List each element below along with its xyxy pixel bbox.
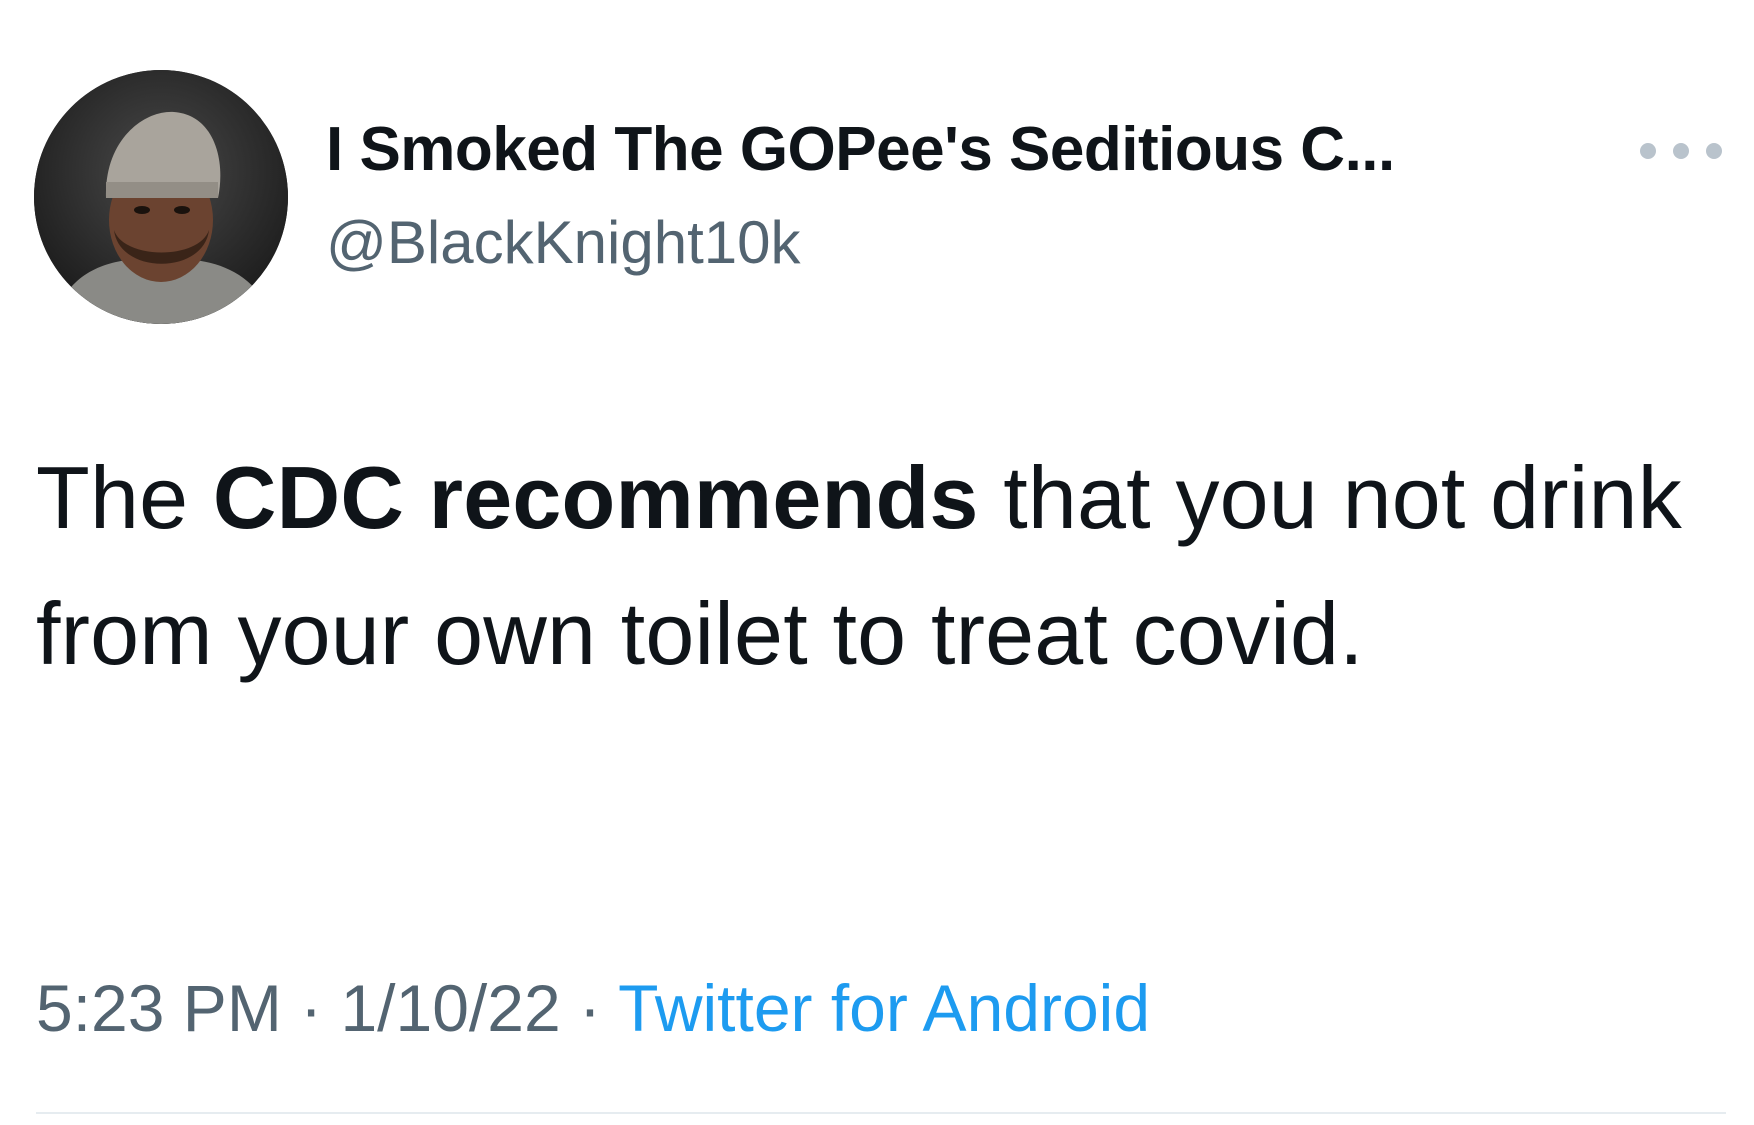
meta-separator: · <box>560 971 619 1045</box>
tweet-meta: 5:23 PM · 1/10/22 · Twitter for Android <box>36 968 1150 1048</box>
avatar[interactable] <box>34 70 288 324</box>
tweet-text-bold: CDC recommends <box>212 448 979 547</box>
divider <box>36 1112 1726 1114</box>
more-options-button[interactable] <box>1640 136 1722 166</box>
meta-separator: · <box>281 971 341 1045</box>
more-horizontal-icon-dot <box>1673 143 1689 159</box>
more-horizontal-icon <box>1640 143 1656 159</box>
tweet-text: The CDC recommends that you not drink fr… <box>36 430 1726 702</box>
tweet-text-part: The <box>36 448 213 547</box>
tweet-time[interactable]: 5:23 PM <box>36 971 282 1045</box>
tweet-date[interactable]: 1/10/22 <box>340 971 560 1045</box>
more-horizontal-icon-dot <box>1706 143 1722 159</box>
author-handle[interactable]: @BlackKnight10k <box>326 206 801 280</box>
avatar-photo <box>34 70 288 324</box>
tweet-card: I Smoked The GOPee's Seditious C... @Bla… <box>0 0 1754 1125</box>
tweet-source-link[interactable]: Twitter for Android <box>618 971 1150 1045</box>
author-display-name[interactable]: I Smoked The GOPee's Seditious C... <box>326 112 1395 188</box>
